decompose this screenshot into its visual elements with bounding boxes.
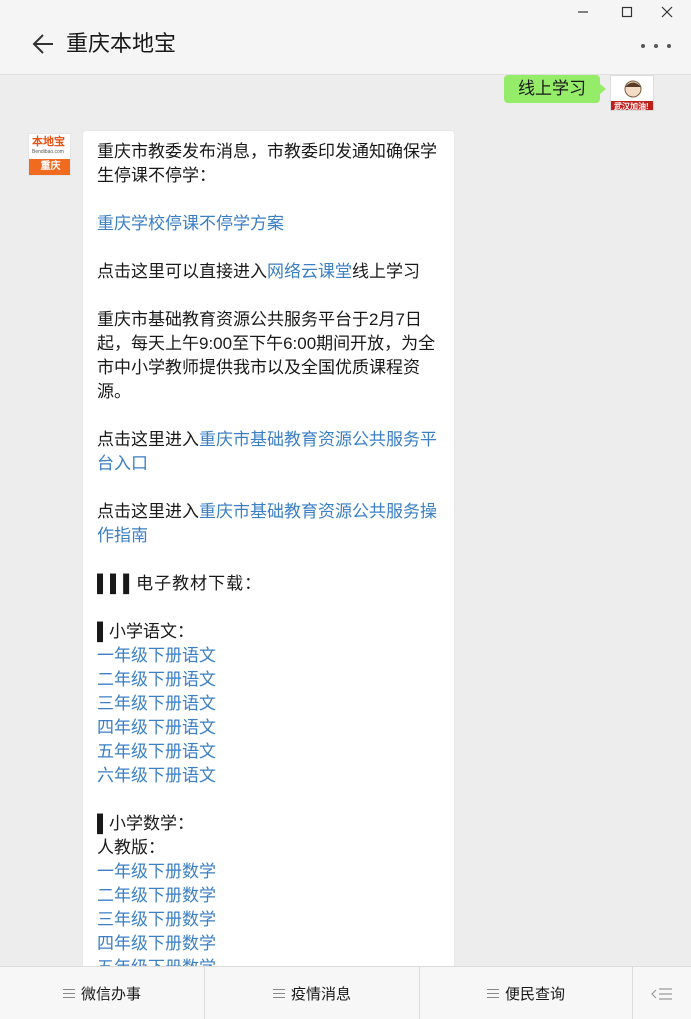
avatar-city: 重庆: [29, 159, 70, 175]
chinese-heading: ▌小学语文：: [97, 622, 195, 641]
keyboard-toggle-icon[interactable]: [633, 967, 691, 1019]
math-grade5-link[interactable]: 五年级下册数学: [97, 958, 216, 966]
plan-link[interactable]: 重庆学校停课不停学方案: [97, 214, 284, 233]
self-avatar[interactable]: 武汉加油!: [610, 75, 654, 111]
sender-avatar[interactable]: 本地宝 Bendibao.com 重庆: [28, 133, 71, 176]
cloud-class-line: 点击这里可以直接进入网络云课堂线上学习: [97, 262, 420, 281]
close-icon[interactable]: [652, 2, 682, 22]
intro-text: 重庆市教委发布消息，市教委印发通知确保学生停课不停学：: [97, 142, 437, 185]
menu-item-wechat-service[interactable]: 微信办事: [0, 967, 205, 1019]
message-bubble[interactable]: 重庆市教委发布消息，市教委印发通知确保学生停课不停学： 重庆学校停课不停学方案 …: [82, 130, 455, 966]
math-grade4-link[interactable]: 四年级下册数学: [97, 934, 216, 953]
avatar-logo-text: 本地宝: [32, 136, 65, 148]
maximize-icon[interactable]: [612, 2, 642, 22]
menu-lines-icon: [62, 988, 75, 999]
avatar-caption: 武汉加油!: [614, 102, 649, 111]
math-heading: ▌小学数学：: [97, 814, 195, 833]
textbook-heading: ▌▌▌电子教材下载：: [97, 574, 263, 593]
menu-item-convenience-query[interactable]: 便民查询: [420, 967, 633, 1019]
more-dots-icon[interactable]: [641, 34, 671, 58]
chat-area[interactable]: 线上学习 武汉加油! 本地宝 Bendibao.com 重庆 重庆市教委发布消息…: [0, 75, 691, 966]
menu-lines-icon: [272, 988, 285, 999]
self-message-bubble[interactable]: 线上学习: [504, 75, 606, 103]
chat-header: 重庆本地宝: [0, 24, 691, 75]
arrow-left-icon[interactable]: [30, 30, 58, 58]
platform-info-text: 重庆市基础教育资源公共服务平台于2月7日起，每天上午9:00至下午6:00期间开…: [97, 310, 436, 401]
page-title: 重庆本地宝: [66, 31, 177, 56]
math-grade2-link[interactable]: 二年级下册数学: [97, 886, 216, 905]
menu-lines-icon: [486, 988, 499, 999]
minimize-icon[interactable]: [568, 2, 598, 22]
chinese-grade1-link[interactable]: 一年级下册语文: [97, 646, 216, 665]
bottom-menu: 微信办事 疫情消息 便民查询: [0, 966, 691, 1019]
chinese-grade2-link[interactable]: 二年级下册语文: [97, 670, 216, 689]
chinese-grade5-link[interactable]: 五年级下册语文: [97, 742, 216, 761]
chinese-grade3-link[interactable]: 三年级下册语文: [97, 694, 216, 713]
chinese-grade6-link[interactable]: 六年级下册语文: [97, 766, 216, 785]
avatar-sub-text: Bendibao.com: [32, 149, 64, 155]
math-edition: 人教版：: [97, 838, 165, 857]
chinese-grade4-link[interactable]: 四年级下册语文: [97, 718, 216, 737]
window-titlebar: [0, 0, 691, 24]
guide-line: 点击这里进入重庆市基础教育资源公共服务操作指南: [97, 502, 437, 545]
cloud-class-link[interactable]: 网络云课堂: [267, 262, 352, 281]
math-grade3-link[interactable]: 三年级下册数学: [97, 910, 216, 929]
math-grade1-link[interactable]: 一年级下册数学: [97, 862, 216, 881]
menu-item-epidemic-news[interactable]: 疫情消息: [205, 967, 420, 1019]
entry-line: 点击这里进入重庆市基础教育资源公共服务平台入口: [97, 430, 437, 473]
